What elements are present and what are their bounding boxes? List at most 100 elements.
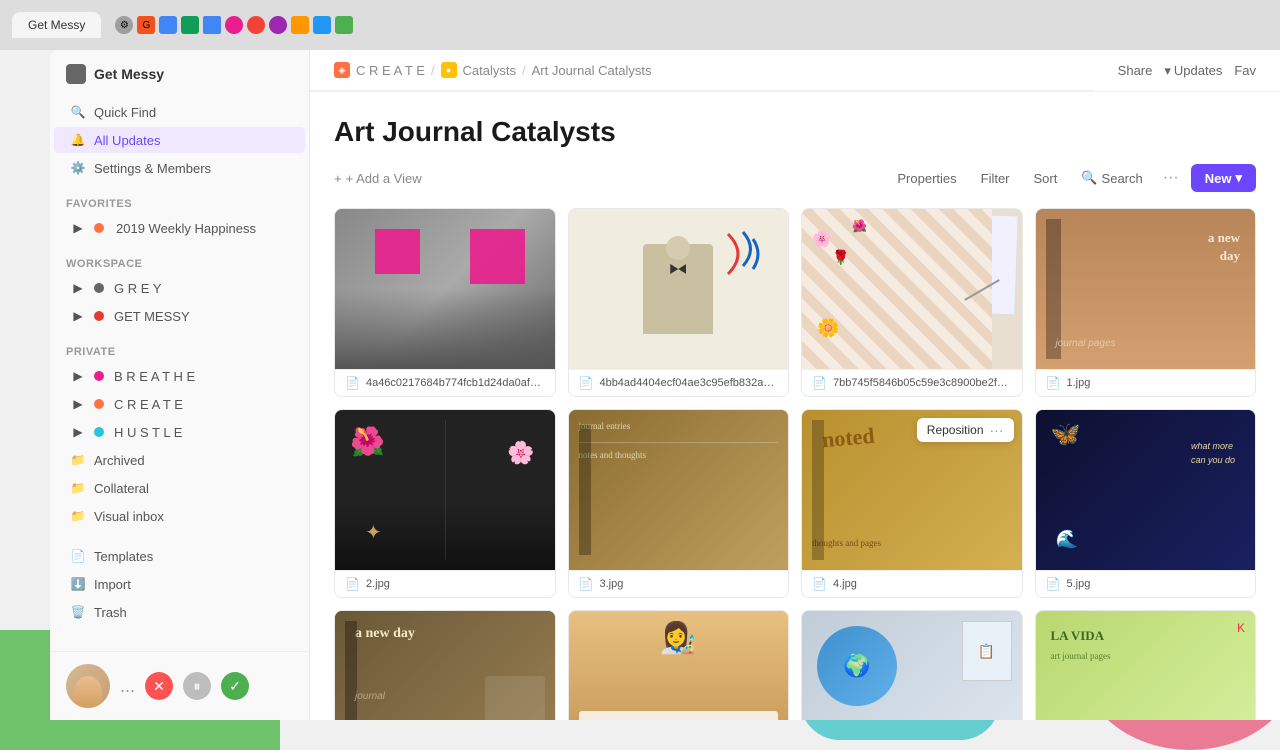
gallery-item[interactable]: a new day journal 📄 6.jpg [334,610,556,720]
filter-button[interactable]: Filter [973,167,1018,190]
more-options-button[interactable]: ··· [1159,165,1183,191]
breathe-dot [94,371,104,381]
user-avatar[interactable] [66,664,110,708]
breadcrumb: ◈ C R E A T E / ● Catalysts / Art Journa… [310,50,1094,91]
create-breadcrumb-icon: ◈ [334,62,350,78]
gallery-item[interactable]: LA VIDA art journal pages 🦋 K 📄 6a00e550… [1035,610,1257,720]
settings-label: Settings & Members [94,161,211,176]
gallery-item[interactable]: journal entries notes and thoughts 📄 3.j… [568,409,790,598]
create-dot [94,399,104,409]
reposition-more-icon[interactable]: ··· [990,422,1004,438]
gallery-item-footer: 📄 5.jpg [1036,570,1256,597]
gallery-item[interactable]: 🌺 🌸 ✦ 📄 2.jpg [334,409,556,598]
file-icon: 📄 [345,376,360,390]
sidebar-item-trash[interactable]: 🗑️ Trash [54,599,305,625]
workspace-logo [66,64,86,84]
get-messy-label: GET MESSY [114,309,190,324]
media-controls-more[interactable]: ... [120,676,135,697]
favorites-button[interactable]: Fav [1234,63,1256,78]
file-icon: 📄 [1046,376,1061,390]
share-button[interactable]: Share [1118,63,1153,78]
file-name: 1.jpg [1066,377,1090,389]
gallery-item[interactable]: 🌸 🌹 🌺 🌼 📄 7bb745f5846b05c59e3c8900be2fcd… [801,208,1023,397]
sidebar-item-all-updates[interactable]: 🔔 All Updates [54,127,305,153]
grey-expand-icon: ▶ [70,280,86,296]
browser-icons: ⚙ G [115,16,353,34]
gallery-item[interactable]: 🌍 📋 📄 Image.png [801,610,1023,720]
new-button[interactable]: New ▾ [1191,164,1256,192]
collateral-label: Collateral [94,481,149,496]
properties-button[interactable]: Properties [889,167,964,190]
file-name: 4.jpg [833,578,857,590]
file-icon: 📄 [579,376,594,390]
file-name: 5.jpg [1066,578,1090,590]
sidebar-header: Get Messy [50,50,309,98]
weekly-happiness-label: 2019 Weekly Happiness [116,221,256,236]
reposition-label: Reposition [927,423,984,437]
browser-icon-gmail[interactable]: G [137,16,155,34]
breadcrumb-create[interactable]: C R E A T E [356,63,425,78]
header-top: ◈ C R E A T E / ● Catalysts / Art Journa… [310,50,1280,92]
all-updates-label: All Updates [94,133,160,148]
gallery-grid: 📄 4a46c0217684b774fcb1d24da0af4252.jpg [334,208,1256,720]
sidebar-item-grey[interactable]: ▶ G R E Y [54,275,305,301]
hustle-expand-icon: ▶ [70,424,86,440]
breadcrumb-sep-1: / [431,63,435,78]
search-icon: 🔍 [1081,170,1097,186]
breadcrumb-catalysts[interactable]: Catalysts [463,63,516,78]
browser-icon-6 [247,16,265,34]
gallery-item-footer: 📄 1.jpg [1036,369,1256,396]
file-name: 3.jpg [599,578,623,590]
sidebar-item-create[interactable]: ▶ C R E A T E [54,391,305,417]
browser-icon-9 [313,16,331,34]
add-view-label: + Add a View [346,171,422,186]
sidebar-item-hustle[interactable]: ▶ H U S T L E [54,419,305,445]
gallery-item-footer: 📄 4a46c0217684b774fcb1d24da0af4252.jpg [335,369,555,396]
search-button[interactable]: 🔍 Search [1073,166,1150,190]
catalysts-breadcrumb-icon: ● [441,62,457,78]
gallery-item[interactable]: noted thoughts and pages 📄 4.jpg Reposit… [801,409,1023,598]
browser-icon-5 [225,16,243,34]
quick-find-label: Quick Find [94,105,156,120]
sidebar-item-archived[interactable]: 📁 Archived [54,447,305,473]
file-name: 2.jpg [366,578,390,590]
media-close-button[interactable]: ✕ [145,672,173,700]
sidebar-item-settings[interactable]: ⚙️ Settings & Members [54,155,305,181]
new-arrow-icon: ▾ [1235,170,1242,186]
gallery-item[interactable]: 🦋 what morecan you do 🌊 📄 5.jpg [1035,409,1257,598]
get-messy-expand-icon: ▶ [70,308,86,324]
media-check-button[interactable]: ✓ [221,672,249,700]
gallery-item[interactable]: a newday journal pages 📄 1.jpg [1035,208,1257,397]
add-view-button[interactable]: + + Add a View [334,171,422,186]
sidebar-item-import[interactable]: ⬇️ Import [54,571,305,597]
updates-button[interactable]: ▾ Updates [1164,63,1222,79]
sidebar-item-templates[interactable]: 📄 Templates [54,543,305,569]
create-label: C R E A T E [114,397,183,412]
sidebar-item-get-messy[interactable]: ▶ GET MESSY [54,303,305,329]
browser-tab[interactable]: Get Messy [12,12,101,38]
hustle-dot [94,427,104,437]
import-icon: ⬇️ [70,576,86,592]
gallery-item-footer: 📄 3.jpg [569,570,789,597]
gallery-item[interactable]: 📄 4bb4ad4404ecf04ae3c95efb832a3a9a.jpg [568,208,790,397]
sidebar-item-visual-inbox[interactable]: 📁 Visual inbox [54,503,305,529]
breadcrumb-page[interactable]: Art Journal Catalysts [532,63,652,78]
view-toolbar: + + Add a View Properties Filter Sort 🔍 … [334,164,1256,192]
media-pause-button[interactable]: ⏸ [183,672,211,700]
hustle-label: H U S T L E [114,425,182,440]
sort-button[interactable]: Sort [1026,167,1066,190]
file-icon: 📄 [812,376,827,390]
sidebar-item-collateral[interactable]: 📁 Collateral [54,475,305,501]
gallery-item-footer: 📄 4bb4ad4404ecf04ae3c95efb832a3a9a.jpg [569,369,789,396]
reposition-tooltip[interactable]: Reposition ··· [917,418,1014,442]
sidebar-item-weekly-happiness[interactable]: ▶ 2019 Weekly Happiness [54,215,305,241]
sidebar-item-quick-find[interactable]: 🔍 Quick Find [54,99,305,125]
sidebar-item-breathe[interactable]: ▶ B R E A T H E [54,363,305,389]
visual-inbox-label: Visual inbox [94,509,164,524]
templates-icon: 📄 [70,548,86,564]
breathe-label: B R E A T H E [114,369,195,384]
gallery-item[interactable]: 👩‍🎨 illustration 🤲 📄 Image [2].png [568,610,790,720]
get-messy-dot [94,311,104,321]
file-name: 4bb4ad4404ecf04ae3c95efb832a3a9a.jpg [599,377,778,389]
gallery-item[interactable]: 📄 4a46c0217684b774fcb1d24da0af4252.jpg [334,208,556,397]
